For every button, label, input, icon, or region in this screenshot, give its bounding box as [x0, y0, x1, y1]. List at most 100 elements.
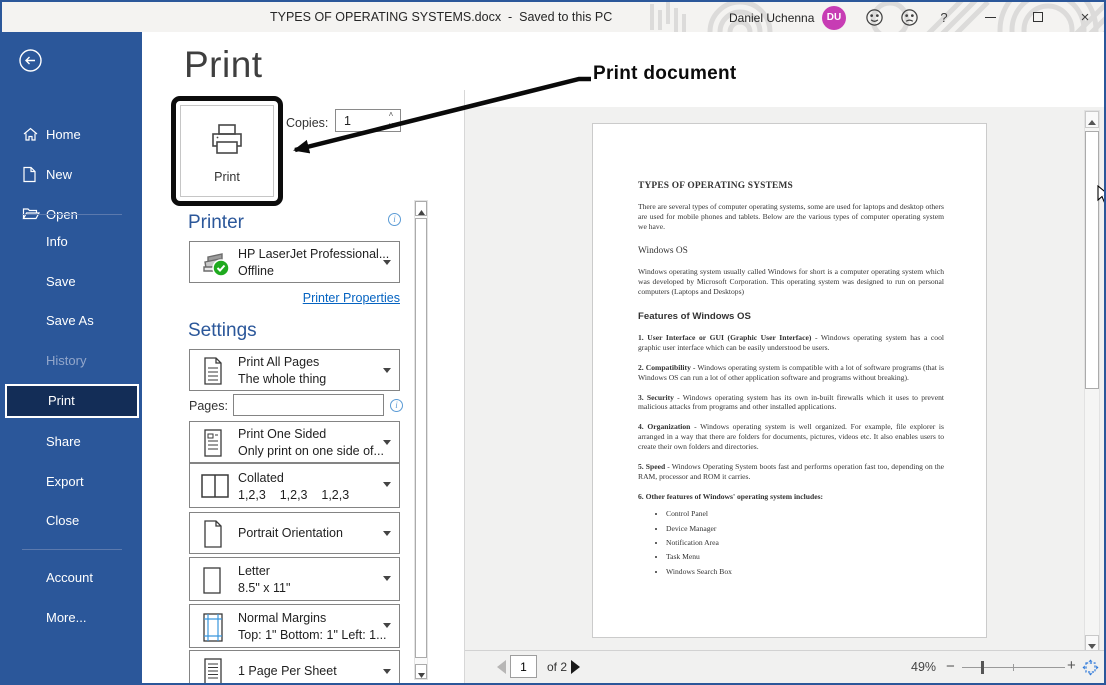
scroll-up-button[interactable] — [1085, 111, 1099, 128]
copies-stepper[interactable]: ˄ ˅ — [335, 109, 401, 132]
sidebar-item-more[interactable]: More... — [2, 604, 142, 632]
avatar[interactable]: DU — [822, 6, 846, 30]
pages-info-icon[interactable]: i — [390, 399, 403, 412]
chevron-down-icon — [383, 531, 391, 536]
printer-properties-link[interactable]: Printer Properties — [189, 291, 400, 305]
sidebar-item-close[interactable]: Close — [2, 507, 142, 535]
scroll-down-button[interactable] — [415, 664, 427, 679]
pages-input[interactable] — [233, 394, 384, 416]
doc-bullet: Task Menu — [666, 552, 944, 562]
scrollbar-thumb[interactable] — [415, 218, 427, 658]
doc-bullet: Notification Area — [666, 538, 944, 548]
backstage-sidebar: Home New Open Info Save Save As History … — [2, 32, 142, 683]
back-arrow-icon — [18, 48, 43, 73]
print-range-select[interactable]: Print All Pages The whole thing — [189, 349, 400, 391]
zoom-level[interactable]: 49% — [911, 660, 936, 674]
titlebar: TYPES OF OPERATING SYSTEMS.docx - Saved … — [2, 2, 1104, 32]
page-count-label: of 2 — [547, 660, 567, 674]
back-button[interactable] — [18, 48, 43, 73]
chevron-down-icon — [383, 623, 391, 628]
sidebar-item-info[interactable]: Info — [2, 228, 142, 256]
zoom-in-button[interactable]: + — [1067, 657, 1076, 674]
duplex-select[interactable]: Print One Sided Only print on one side o… — [189, 421, 400, 463]
next-page-button[interactable] — [571, 660, 580, 674]
sidebar-item-history[interactable]: History — [2, 347, 142, 375]
collated-icon — [200, 473, 230, 504]
page-number-box[interactable] — [510, 655, 537, 678]
margins-icon — [200, 612, 226, 649]
minimize-icon — [985, 17, 996, 18]
doc-heading: Windows OS — [638, 245, 944, 257]
document-page-preview: TYPES OF OPERATING SYSTEMS There are sev… — [592, 123, 987, 638]
sidebar-item-export[interactable]: Export — [2, 468, 142, 496]
portrait-page-icon — [200, 518, 226, 555]
printer-info-icon[interactable]: i — [388, 213, 401, 226]
printer-icon — [208, 122, 246, 158]
settings-heading: Settings — [188, 320, 257, 342]
zoom-slider-handle[interactable] — [981, 661, 984, 674]
fit-page-icon — [1082, 659, 1099, 676]
triangle-down-icon — [418, 673, 425, 678]
maximize-button[interactable] — [1025, 2, 1051, 32]
help-button[interactable]: ? — [933, 2, 955, 32]
sidebar-item-save[interactable]: Save — [2, 268, 142, 296]
sidebar-item-new[interactable]: New — [2, 161, 142, 189]
document-content: TYPES OF OPERATING SYSTEMS There are sev… — [638, 180, 944, 581]
feedback-smile-button[interactable] — [860, 2, 888, 32]
document-pages-icon — [200, 355, 226, 392]
chevron-down-icon — [383, 482, 391, 487]
zoom-to-page-button[interactable] — [1082, 659, 1099, 681]
print-preview-pane: TYPES OF OPERATING SYSTEMS There are sev… — [465, 107, 1104, 683]
doc-feature: 2. Compatibility - Windows operating sys… — [638, 363, 944, 383]
triangle-up-icon — [1088, 120, 1096, 125]
print-button-label: Print — [181, 170, 273, 184]
feedback-frown-button[interactable] — [895, 2, 923, 32]
close-button[interactable]: × — [1072, 2, 1098, 32]
sidebar-item-save-as[interactable]: Save As — [2, 307, 142, 335]
margins-select[interactable]: Normal Margins Top: 1" Bottom: 1" Left: … — [189, 604, 400, 648]
page-number-input[interactable] — [511, 656, 536, 677]
chevron-down-icon — [383, 440, 391, 445]
doc-heading: 6. Other features of Windows' operating … — [638, 492, 944, 502]
orientation-select[interactable]: Portrait Orientation — [189, 512, 400, 554]
copies-input[interactable] — [336, 110, 382, 131]
doc-paragraph: There are several types of computer oper… — [638, 202, 944, 232]
settings-scrollbar[interactable] — [414, 200, 428, 680]
printer-select[interactable]: HP LaserJet Professional... Offline — [189, 241, 400, 283]
preview-scrollbar[interactable] — [1084, 110, 1100, 653]
sidebar-item-account[interactable]: Account — [2, 564, 142, 592]
doc-feature: 5. Speed - Windows Operating System boot… — [638, 462, 944, 482]
window-title: TYPES OF OPERATING SYSTEMS.docx - Saved … — [270, 10, 612, 24]
triangle-up-icon — [418, 210, 425, 215]
sidebar-item-open[interactable]: Open — [2, 201, 142, 229]
chevron-down-icon — [383, 669, 391, 674]
sidebar-divider — [22, 214, 122, 215]
user-name[interactable]: Daniel Uchenna — [729, 11, 814, 25]
home-icon — [22, 126, 39, 146]
pages-label: Pages: — [189, 399, 228, 413]
chevron-down-icon — [383, 260, 391, 265]
one-sided-page-icon — [200, 427, 226, 464]
doc-bullet-list: Control Panel Device Manager Notificatio… — [666, 509, 944, 576]
paper-size-select[interactable]: Letter 8.5" x 11" — [189, 557, 400, 601]
minimize-button[interactable] — [977, 2, 1003, 32]
previous-page-button[interactable] — [497, 660, 506, 674]
doc-bullet: Windows Search Box — [666, 567, 944, 577]
scroll-up-button[interactable] — [415, 201, 427, 216]
sidebar-item-home[interactable]: Home — [2, 121, 142, 149]
scrollbar-thumb[interactable] — [1085, 131, 1099, 389]
annotation-label: Print document — [593, 63, 737, 85]
pages-per-sheet-icon — [200, 656, 226, 683]
sidebar-item-print-selected[interactable]: Print — [5, 384, 139, 418]
copies-increment-icon[interactable]: ˄ — [384, 110, 398, 120]
copies-decrement-icon[interactable]: ˅ — [384, 121, 398, 131]
zoom-out-button[interactable]: − — [946, 658, 955, 675]
word-backstage-window: TYPES OF OPERATING SYSTEMS.docx - Saved … — [0, 0, 1106, 685]
sidebar-item-share[interactable]: Share — [2, 428, 142, 456]
printer-heading: Printer — [188, 212, 244, 234]
collation-select[interactable]: Collated 1,2,3 1,2,3 1,2,3 — [189, 463, 400, 508]
print-button[interactable]: Print — [180, 105, 274, 197]
printer-name: HP LaserJet Professional... — [238, 247, 389, 261]
doc-bullet: Device Manager — [666, 524, 944, 534]
pages-per-sheet-select[interactable]: 1 Page Per Sheet — [189, 650, 400, 683]
